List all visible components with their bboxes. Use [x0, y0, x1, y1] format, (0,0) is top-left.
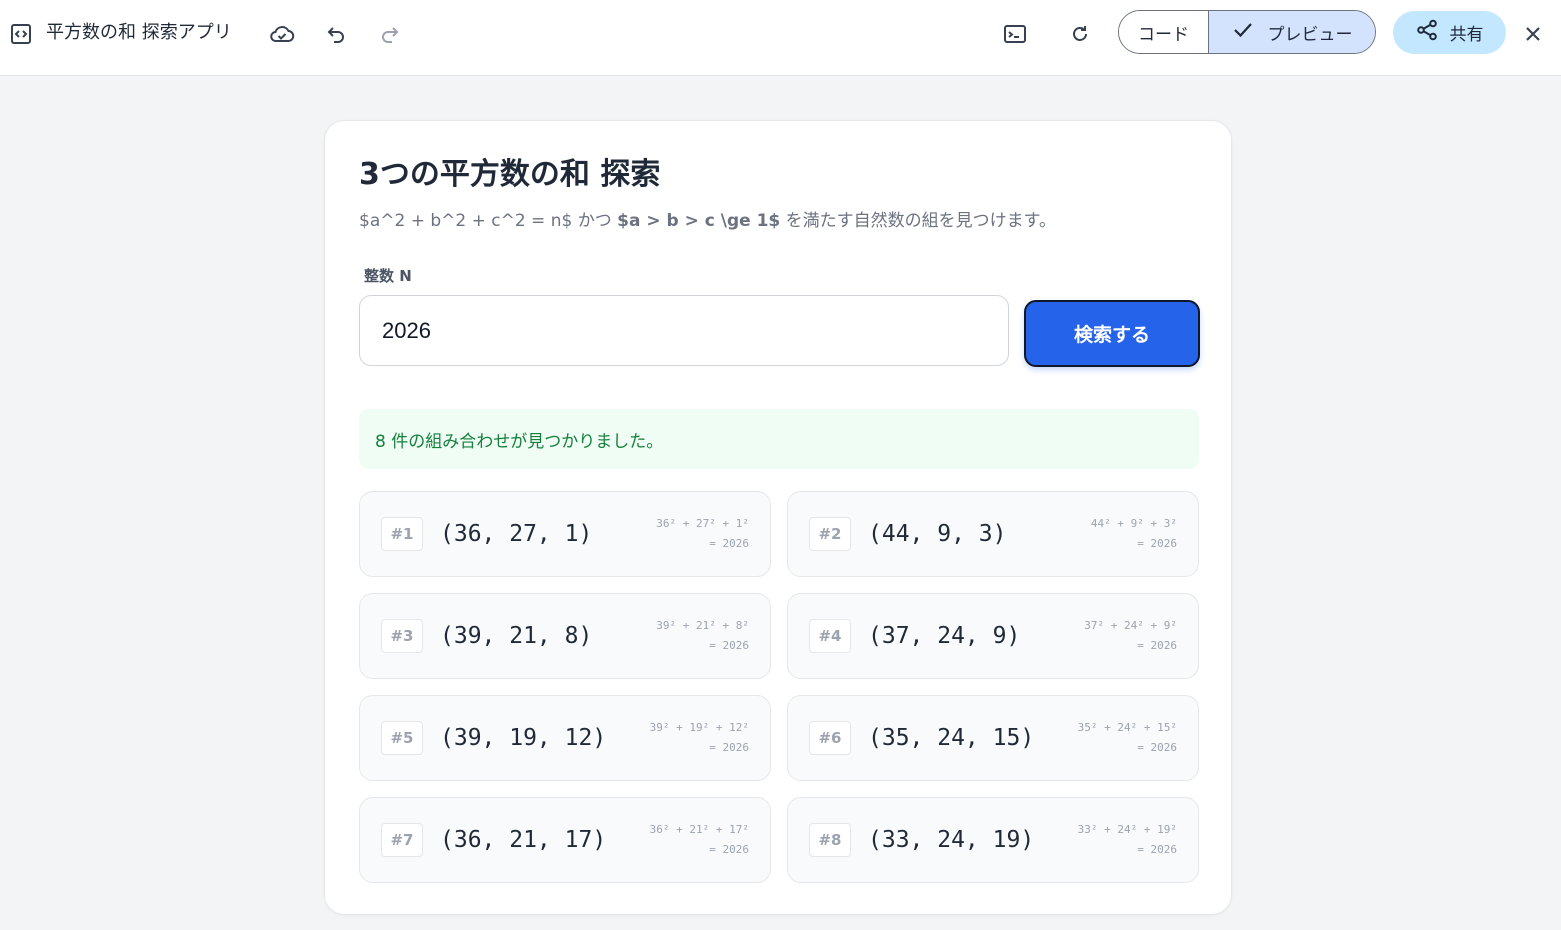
redo-icon[interactable] [374, 18, 406, 50]
search-button[interactable]: 検索する [1024, 300, 1200, 367]
result-equation-total: = 2026 [1137, 537, 1177, 550]
result-equation-total: = 2026 [709, 741, 749, 754]
result-item: #6 (35, 24, 15) 35² + 24² + 15² = 2026 [787, 695, 1199, 781]
preview-tab-label: プレビュー [1267, 24, 1353, 45]
result-item: #4 (37, 24, 9) 37² + 24² + 9² = 2026 [787, 593, 1199, 679]
result-status: 8 件の組み合わせが見つかりました。 [359, 409, 1199, 469]
result-triple: (36, 27, 1) [440, 521, 593, 547]
result-equation: 33² + 24² + 19² = 2026 [1078, 820, 1177, 860]
result-equation-total: = 2026 [709, 639, 749, 652]
refresh-icon[interactable] [1064, 18, 1096, 50]
preview-tab[interactable]: プレビュー [1209, 11, 1375, 53]
result-item: #3 (39, 21, 8) 39² + 21² + 8² = 2026 [359, 593, 771, 679]
result-equation-total: = 2026 [709, 843, 749, 856]
code-bracket-icon[interactable] [5, 18, 37, 50]
result-equation-terms: 36² + 27² + 1² [656, 517, 749, 530]
result-item: #7 (36, 21, 17) 36² + 21² + 17² = 2026 [359, 797, 771, 883]
result-triple: (44, 9, 3) [868, 521, 1007, 547]
share-button[interactable]: 共有 [1393, 11, 1506, 54]
result-equation-terms: 33² + 24² + 19² [1077, 823, 1177, 836]
result-equation-total: = 2026 [1137, 843, 1177, 856]
result-equation-total: = 2026 [1137, 639, 1177, 652]
result-item: #2 (44, 9, 3) 44² + 9² + 3² = 2026 [787, 491, 1199, 577]
explorer-card: 3つの平方数の和 探索 $a^2 + b^2 + c^2 = n$ かつ $a … [324, 120, 1232, 915]
result-equation-total: = 2026 [709, 537, 749, 550]
undo-icon[interactable] [320, 18, 352, 50]
result-rank: #3 [381, 619, 423, 653]
result-equation-terms: 36² + 21² + 17² [649, 823, 749, 836]
result-rank: #6 [809, 721, 851, 755]
result-triple: (37, 24, 9) [868, 623, 1021, 649]
page-title: 3つの平方数の和 探索 [359, 157, 661, 192]
result-rank: #2 [809, 517, 851, 551]
check-icon [1232, 21, 1254, 44]
result-status-text: 8 件の組み合わせが見つかりました。 [375, 431, 664, 452]
result-triple: (39, 21, 8) [440, 623, 593, 649]
result-equation: 39² + 21² + 8² = 2026 [656, 616, 749, 656]
close-icon[interactable] [1517, 18, 1549, 50]
result-equation: 44² + 9² + 3² = 2026 [1091, 514, 1177, 554]
result-rank: #8 [809, 823, 851, 857]
result-rank: #4 [809, 619, 851, 653]
number-field-label: 整数 N [364, 267, 412, 285]
result-rank: #1 [381, 517, 423, 551]
result-equation-total: = 2026 [1137, 741, 1177, 754]
result-equation: 35² + 24² + 15² = 2026 [1078, 718, 1177, 758]
share-label: 共有 [1449, 25, 1484, 45]
result-equation-terms: 39² + 19² + 12² [649, 721, 749, 734]
view-toggle: コード プレビュー [1118, 10, 1376, 54]
result-triple: (36, 21, 17) [440, 827, 607, 853]
result-triple: (39, 19, 12) [440, 725, 607, 751]
top-bar: 平方数の和 探索アプリ コード プレビュー 共有 [0, 0, 1561, 76]
result-equation: 39² + 19² + 12² = 2026 [650, 718, 749, 758]
code-tab-label: コード [1138, 24, 1189, 45]
result-item: #5 (39, 19, 12) 39² + 19² + 12² = 2026 [359, 695, 771, 781]
result-equation-terms: 39² + 21² + 8² [656, 619, 749, 632]
result-triple: (33, 24, 19) [868, 827, 1035, 853]
terminal-icon[interactable] [999, 18, 1031, 50]
results-grid: #1 (36, 27, 1) 36² + 27² + 1² = 2026 #2 (… [359, 491, 1199, 883]
description-pre: $a^2 + b^2 + c^2 = n$ かつ [359, 211, 618, 231]
app-title: 平方数の和 探索アプリ [46, 22, 232, 43]
result-equation-terms: 37² + 24² + 9² [1084, 619, 1177, 632]
result-rank: #7 [381, 823, 423, 857]
result-equation: 36² + 21² + 17² = 2026 [650, 820, 749, 860]
result-item: #8 (33, 24, 19) 33² + 24² + 19² = 2026 [787, 797, 1199, 883]
code-tab[interactable]: コード [1119, 11, 1209, 53]
description-condition: $a > b > c \ge 1$ [617, 211, 781, 231]
description: $a^2 + b^2 + c^2 = n$ かつ $a > b > c \ge … [359, 209, 1056, 233]
result-equation: 36² + 27² + 1² = 2026 [656, 514, 749, 554]
share-icon [1416, 19, 1438, 46]
result-item: #1 (36, 27, 1) 36² + 27² + 1² = 2026 [359, 491, 771, 577]
number-input[interactable] [359, 295, 1009, 366]
description-post: を満たす自然数の組を見つけます。 [780, 211, 1056, 231]
result-equation-terms: 44² + 9² + 3² [1090, 517, 1177, 530]
result-equation-terms: 35² + 24² + 15² [1077, 721, 1177, 734]
result-rank: #5 [381, 721, 423, 755]
cloud-check-icon[interactable] [266, 18, 298, 50]
result-equation: 37² + 24² + 9² = 2026 [1084, 616, 1177, 656]
result-triple: (35, 24, 15) [868, 725, 1035, 751]
